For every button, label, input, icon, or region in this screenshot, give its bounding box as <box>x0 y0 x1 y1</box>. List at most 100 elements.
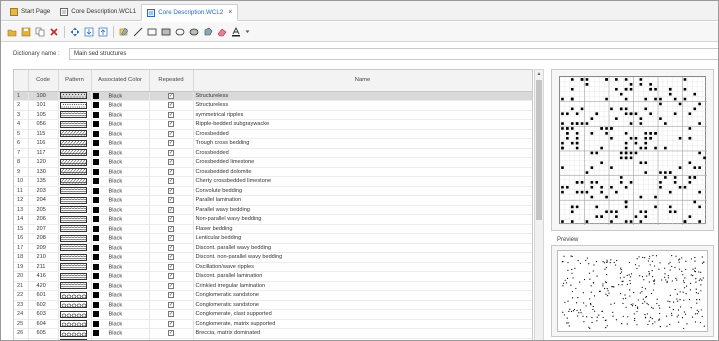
name-cell[interactable]: Crinkled irregular lamination <box>193 281 532 291</box>
color-cell[interactable]: Black <box>91 233 150 244</box>
table-row[interactable]: 25 604 Black ✓ Conglomerate, matrix supporte… <box>14 319 532 329</box>
name-cell[interactable]: Parallel wavy bedding <box>193 205 532 215</box>
color-cell[interactable]: Black <box>91 309 150 320</box>
table-row[interactable]: 18 210 Black ✓ Discont. non-parallel wavy be… <box>14 252 532 263</box>
code-cell[interactable]: 205 <box>28 205 59 215</box>
repeated-checkbox[interactable]: ✓ <box>168 121 174 128</box>
repeated-checkbox[interactable]: ✓ <box>168 244 174 251</box>
pattern-cell[interactable] <box>58 148 92 158</box>
polygon-icon[interactable] <box>202 26 214 38</box>
name-cell[interactable]: Conglomeratic sandstone <box>193 300 532 310</box>
name-cell[interactable]: Lenticular bedding <box>193 233 532 244</box>
pattern-cell[interactable] <box>58 309 92 320</box>
table-row[interactable]: 21 420 Black ✓ Crinkled irregular lamination <box>14 281 532 291</box>
repeated-cell[interactable]: ✓ <box>149 328 194 339</box>
code-cell[interactable]: 120 <box>28 157 59 168</box>
table-row[interactable]: 19 211 Black ✓ Oscillation/wave ripples <box>14 262 532 272</box>
color-cell[interactable]: Black <box>91 167 150 177</box>
repeated-column-header[interactable]: Repeated <box>149 70 194 92</box>
color-cell[interactable]: Black <box>91 176 150 187</box>
repeated-checkbox[interactable]: ✓ <box>168 102 174 109</box>
repeated-checkbox[interactable]: ✓ <box>168 206 174 213</box>
pattern-cell[interactable] <box>58 290 92 301</box>
table-row[interactable]: 23 602 Black ✓ Conglomeratic sandstone <box>14 300 532 310</box>
repeated-cell[interactable]: ✓ <box>149 319 194 329</box>
pattern-cell[interactable] <box>58 167 92 177</box>
code-cell[interactable]: 208 <box>28 233 59 244</box>
pattern-cell[interactable] <box>58 205 92 215</box>
table-row[interactable]: 8 120 Black ✓ Crossbedded limestone <box>14 157 532 168</box>
repeated-cell[interactable]: ✓ <box>149 271 194 282</box>
pattern-cell[interactable] <box>58 129 92 139</box>
color-cell[interactable]: Black <box>91 243 150 253</box>
pattern-cell[interactable] <box>58 100 92 111</box>
table-row[interactable]: 24 603 Black ✓ Conglomerate, clast supported <box>14 309 532 320</box>
color-cell[interactable]: Black <box>91 262 150 272</box>
code-cell[interactable]: 210 <box>28 252 59 263</box>
repeated-checkbox[interactable]: ✓ <box>168 140 174 147</box>
repeated-cell[interactable]: ✓ <box>149 233 194 244</box>
repeated-cell[interactable]: ✓ <box>149 224 194 234</box>
pattern-column-header[interactable]: Pattern <box>58 70 92 92</box>
table-row[interactable]: 15 207 Black ✓ Flaser bedding <box>14 224 532 234</box>
repeated-checkbox[interactable]: ✓ <box>168 282 174 289</box>
repeated-checkbox[interactable]: ✓ <box>168 159 174 166</box>
repeated-checkbox[interactable]: ✓ <box>168 197 174 204</box>
pattern-cell[interactable] <box>58 328 92 339</box>
color-cell[interactable]: Black <box>91 129 150 139</box>
name-column-header[interactable]: Name <box>193 70 532 92</box>
code-cell[interactable]: 135 <box>28 176 59 187</box>
delete-icon[interactable] <box>48 26 60 38</box>
line-icon[interactable] <box>132 26 144 38</box>
color-cell[interactable]: Black <box>91 148 150 158</box>
table-row[interactable]: 16 208 Black ✓ Lenticular bedding <box>14 233 532 244</box>
repeated-checkbox[interactable]: ✓ <box>168 292 174 299</box>
scroll-thumb[interactable] <box>536 80 542 220</box>
name-cell[interactable]: Conglomerate, matrix supported <box>193 319 532 329</box>
code-cell[interactable]: 056 <box>28 119 59 130</box>
color-cell[interactable]: Black <box>91 205 150 215</box>
table-row[interactable]: 9 130 Black ✓ Crossbedded dolomite <box>14 167 532 177</box>
table-row[interactable]: 14 206 Black ✓ Non-parallel wavy bedding <box>14 214 532 225</box>
export-icon[interactable] <box>97 26 109 38</box>
color-cell[interactable]: Black <box>91 300 150 310</box>
repeated-cell[interactable]: ✓ <box>149 91 194 101</box>
table-row[interactable]: 5 115 Black ✓ Crossbedded <box>14 129 532 139</box>
pattern-cell[interactable] <box>58 281 92 291</box>
table-row[interactable]: 22 601 Black ✓ Conglomeratic sandstone <box>14 290 532 301</box>
rectangle-icon[interactable] <box>146 26 158 38</box>
copy-icon[interactable] <box>34 26 46 38</box>
code-cell[interactable]: 116 <box>28 138 59 149</box>
repeated-cell[interactable]: ✓ <box>149 214 194 225</box>
code-cell[interactable]: 605 <box>28 328 59 339</box>
repeated-checkbox[interactable]: ✓ <box>168 216 174 223</box>
repeated-checkbox[interactable]: ✓ <box>168 320 174 327</box>
color-cell[interactable]: Black <box>91 119 150 130</box>
code-cell[interactable]: 101 <box>28 100 59 111</box>
repeated-checkbox[interactable]: ✓ <box>168 111 174 118</box>
code-cell[interactable]: 601 <box>28 290 59 301</box>
repeated-checkbox[interactable]: ✓ <box>168 187 174 194</box>
edit-pattern-icon[interactable] <box>118 26 130 38</box>
tab-start-page[interactable]: Start Page <box>5 3 55 20</box>
tab-core-description-wcl2[interactable]: Core Description.WCL2 × <box>141 4 239 21</box>
ellipse-icon[interactable] <box>174 26 186 38</box>
table-row[interactable]: 2 101 Black ✓ Structureless <box>14 100 532 111</box>
code-cell[interactable]: 211 <box>28 262 59 272</box>
repeated-cell[interactable]: ✓ <box>149 262 194 272</box>
pattern-cell[interactable] <box>58 243 92 253</box>
repeated-checkbox[interactable]: ✓ <box>168 273 174 280</box>
table-row[interactable]: 20 416 Black ✓ Discont. parallel lamination <box>14 271 532 282</box>
name-cell[interactable]: Structureless <box>193 91 532 101</box>
repeated-checkbox[interactable]: ✓ <box>168 301 174 308</box>
pattern-cell[interactable] <box>58 110 92 120</box>
pattern-cell[interactable] <box>58 214 92 225</box>
table-row[interactable]: 7 117 Black ✓ Crossbedded <box>14 148 532 158</box>
name-cell[interactable]: Flaser bedding <box>193 224 532 234</box>
repeated-cell[interactable]: ✓ <box>149 167 194 177</box>
name-cell[interactable]: Crossbedded dolomite <box>193 167 532 177</box>
code-cell[interactable]: 602 <box>28 300 59 310</box>
color-cell[interactable]: Black <box>91 138 150 149</box>
name-cell[interactable]: Discont. parallel wavy bedding <box>193 243 532 253</box>
pattern-cell[interactable] <box>58 262 92 272</box>
